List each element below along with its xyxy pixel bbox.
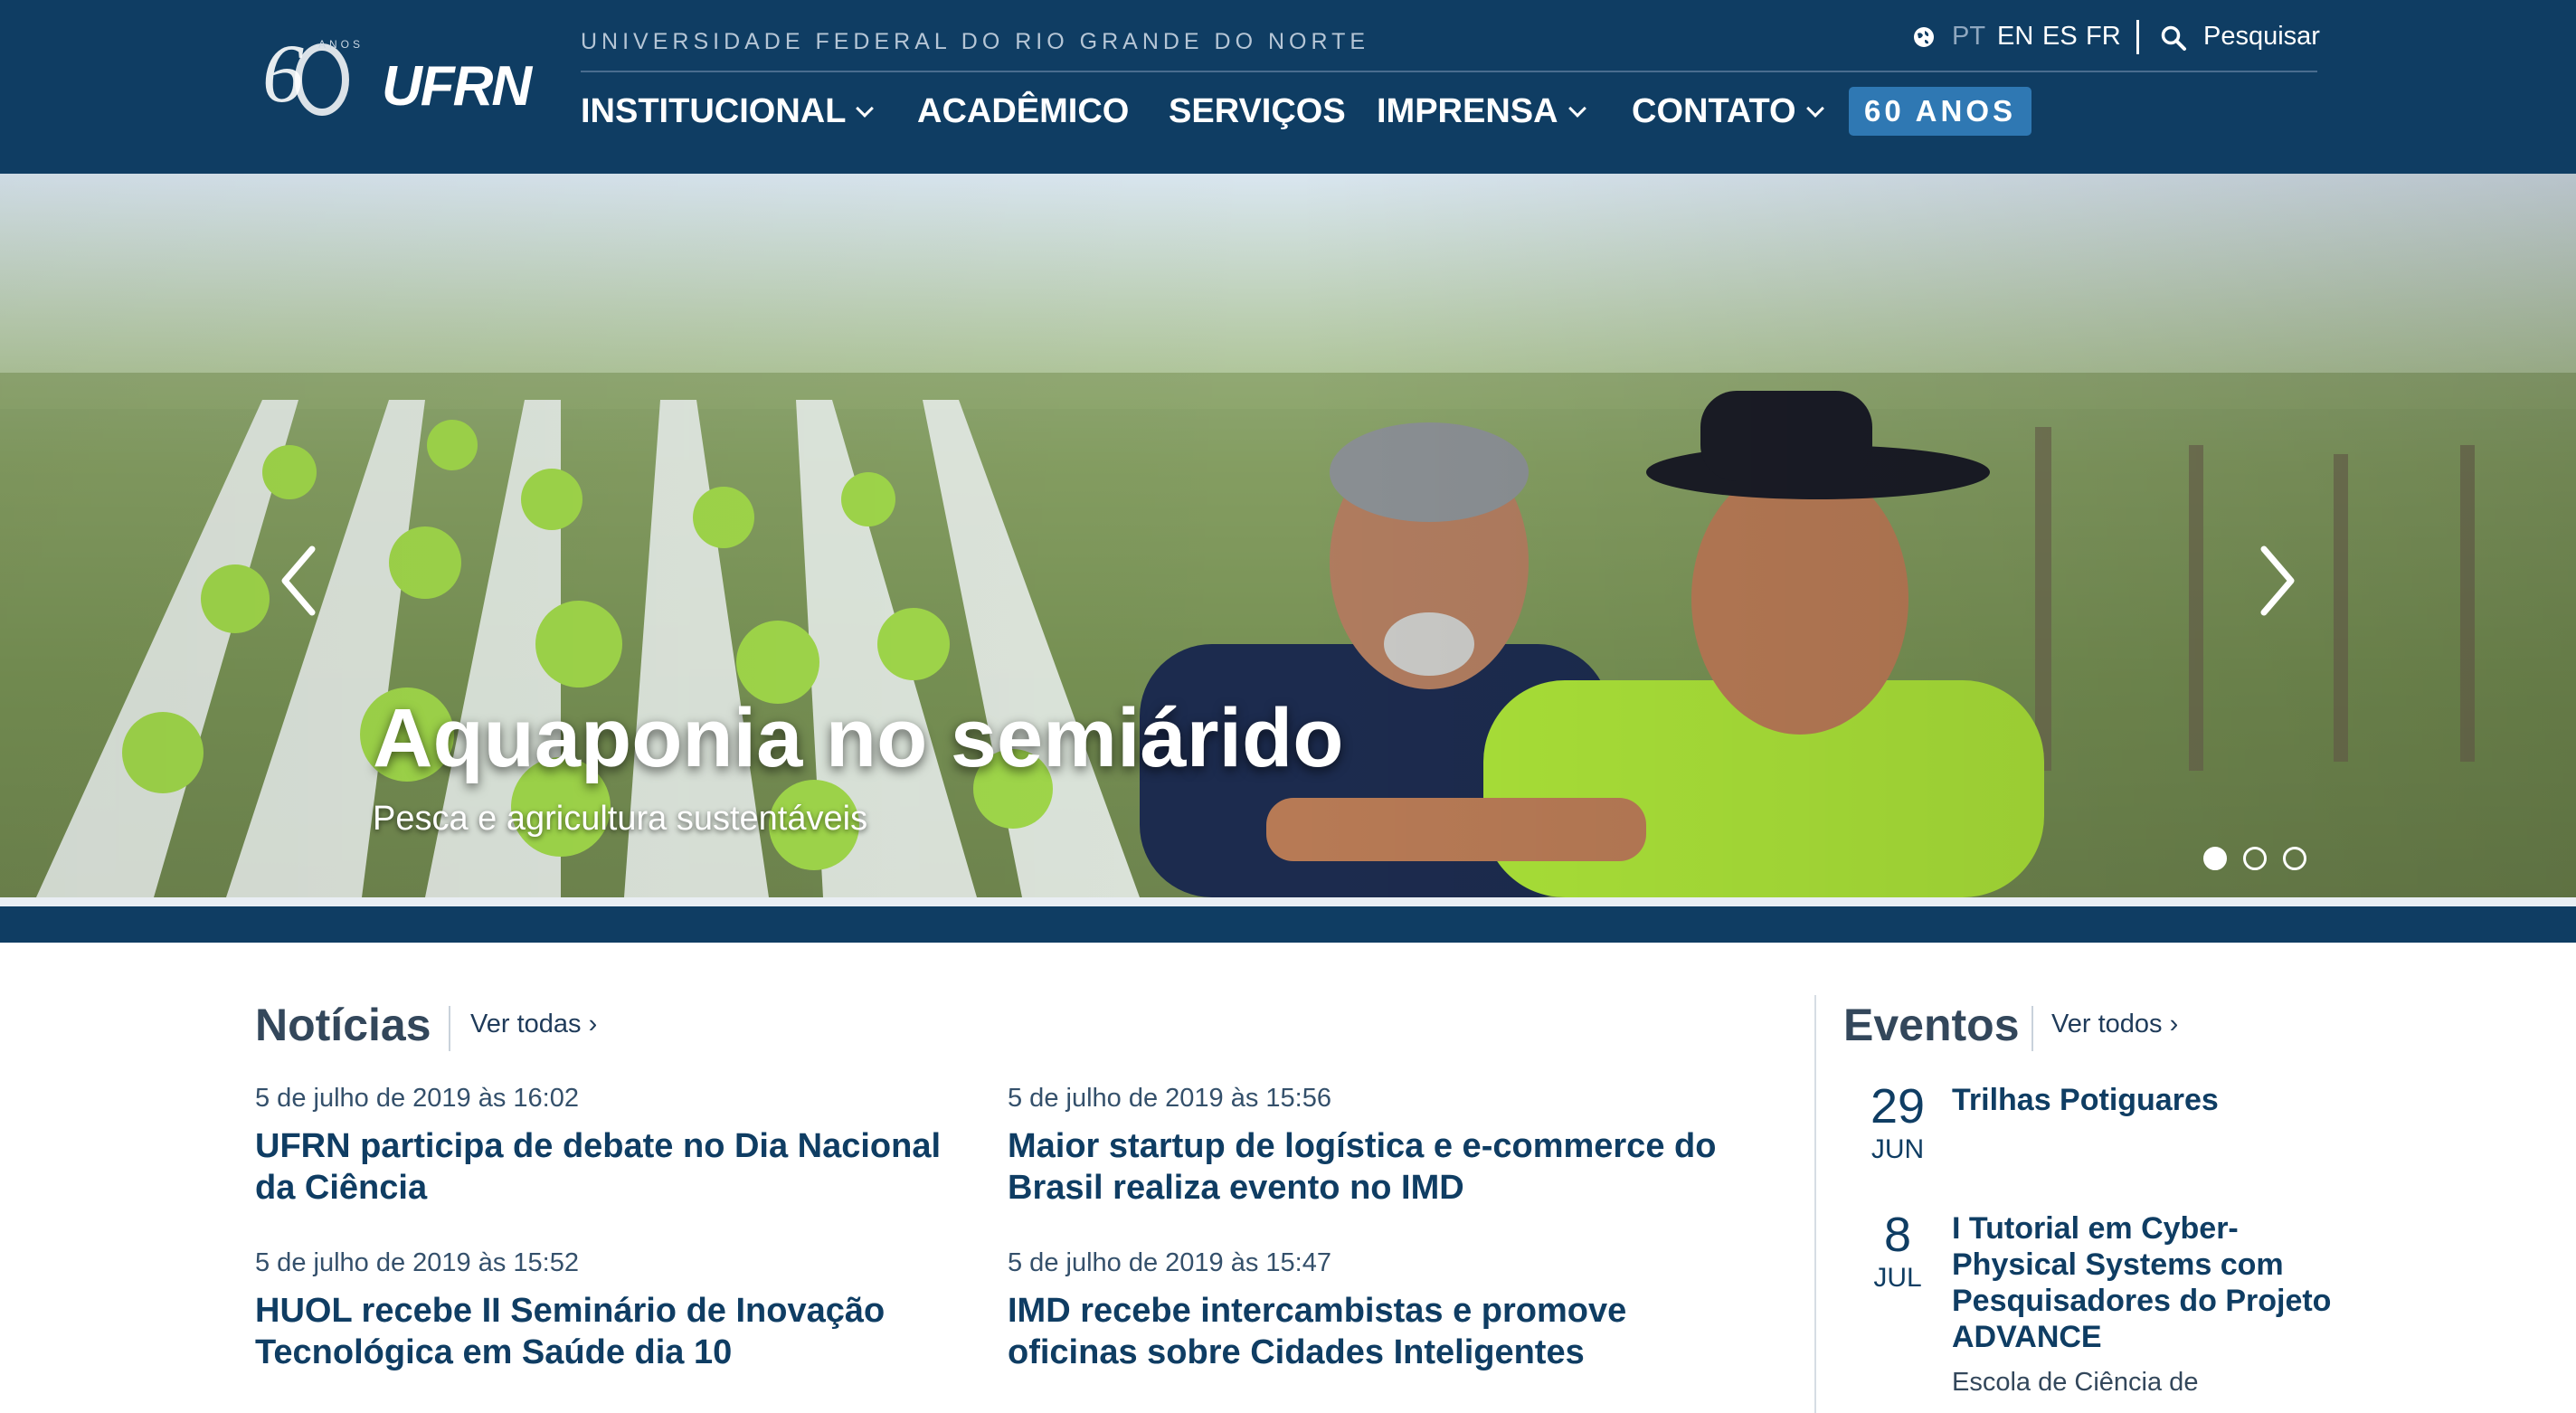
- event-title-link[interactable]: Trilhas Potiguares: [1952, 1082, 2341, 1118]
- nav-academico[interactable]: ACADÊMICO: [917, 92, 1129, 131]
- carousel-indicators: [2203, 847, 2306, 870]
- hero-carousel[interactable]: Aquaponia no semiárido Pesca e agricultu…: [0, 174, 2576, 897]
- news-title-link[interactable]: HUOL recebe II Seminário de Inovação Tec…: [255, 1290, 979, 1373]
- globe-icon: [1914, 27, 1934, 47]
- event-title-link[interactable]: I Tutorial em Cyber-Physical Systems com…: [1952, 1210, 2341, 1355]
- event-month: JUN: [1870, 1134, 1925, 1164]
- news-title-link[interactable]: IMD recebe intercambistas e promove ofic…: [1008, 1290, 1749, 1373]
- news-see-all-link[interactable]: Ver todas ›: [470, 1010, 597, 1039]
- logo-anos: ANOS: [318, 38, 365, 51]
- hero-bottom-border: [0, 897, 2576, 906]
- header-separator: [2136, 20, 2139, 54]
- event-day: 8: [1883, 1208, 1912, 1262]
- events-title-divider: [2031, 1006, 2033, 1051]
- carousel-dot-2[interactable]: [2243, 847, 2267, 870]
- chevron-down-icon: [1567, 99, 1586, 118]
- news-date: 5 de julho de 2019 às 15:52: [255, 1248, 579, 1277]
- ufrn-60-anos-logo[interactable]: 6 ANOS UFRN: [255, 27, 545, 127]
- news-title-link[interactable]: Maior startup de logística e e-commerce …: [1008, 1125, 1749, 1209]
- nav-servicos[interactable]: SERVIÇOS: [1169, 92, 1346, 131]
- event-subtitle: Escola de Ciência de: [1952, 1368, 2199, 1397]
- site-header: 6 ANOS UFRN UNIVERSIDADE FEDERAL DO RIO …: [0, 0, 2576, 174]
- university-name: UNIVERSIDADE FEDERAL DO RIO GRANDE DO NO…: [581, 29, 1370, 54]
- nav-imprensa-label: IMPRENSA: [1377, 92, 1558, 130]
- chevron-down-icon: [1805, 99, 1824, 118]
- events-section-title: Eventos: [1843, 1000, 2020, 1050]
- header-divider: [581, 71, 2317, 72]
- nav-contato[interactable]: CONTATO: [1632, 92, 1824, 131]
- carousel-prev-icon[interactable]: [271, 536, 326, 626]
- lang-en[interactable]: EN: [1997, 22, 2033, 52]
- logo-ufrn-text: UFRN: [382, 55, 532, 118]
- chevron-down-icon: [856, 99, 875, 118]
- 60-anos-badge[interactable]: 60 ANOS: [1849, 87, 2031, 136]
- nav-contato-label: CONTATO: [1632, 92, 1796, 130]
- section-bar: [0, 906, 2576, 943]
- news-date: 5 de julho de 2019 às 16:02: [255, 1084, 579, 1113]
- nav-academico-label: ACADÊMICO: [917, 92, 1130, 130]
- news-title-link[interactable]: UFRN participa de debate no Dia Nacional…: [255, 1125, 979, 1209]
- column-divider: [1814, 995, 1816, 1413]
- news-date: 5 de julho de 2019 às 15:56: [1008, 1084, 1331, 1113]
- event-month: JUL: [1873, 1263, 1922, 1293]
- carousel-next-icon[interactable]: [2250, 536, 2305, 626]
- hero-overlay: [0, 174, 2576, 897]
- news-date: 5 de julho de 2019 às 15:47: [1008, 1248, 1331, 1277]
- hero-title[interactable]: Aquaponia no semiárido: [373, 691, 1343, 786]
- nav-institucional-label: INSTITUCIONAL: [581, 92, 847, 130]
- events-see-all-link[interactable]: Ver todos ›: [2051, 1010, 2178, 1039]
- nav-institucional[interactable]: INSTITUCIONAL: [581, 92, 875, 131]
- nav-imprensa[interactable]: IMPRENSA: [1377, 92, 1586, 131]
- nav-servicos-label: SERVIÇOS: [1169, 92, 1346, 130]
- search-icon[interactable]: [2160, 24, 2187, 52]
- lang-es[interactable]: ES: [2042, 22, 2078, 52]
- carousel-dot-1[interactable]: [2203, 847, 2227, 870]
- carousel-dot-3[interactable]: [2283, 847, 2306, 870]
- search-link[interactable]: Pesquisar: [2203, 22, 2320, 52]
- lang-pt[interactable]: PT: [1952, 22, 1985, 52]
- event-day: 29: [1870, 1079, 1926, 1133]
- news-section-title: Notícias: [255, 1000, 431, 1050]
- lang-fr[interactable]: FR: [2086, 22, 2121, 52]
- hero-subtitle: Pesca e agricultura sustentáveis: [373, 800, 868, 838]
- news-title-divider: [449, 1006, 450, 1051]
